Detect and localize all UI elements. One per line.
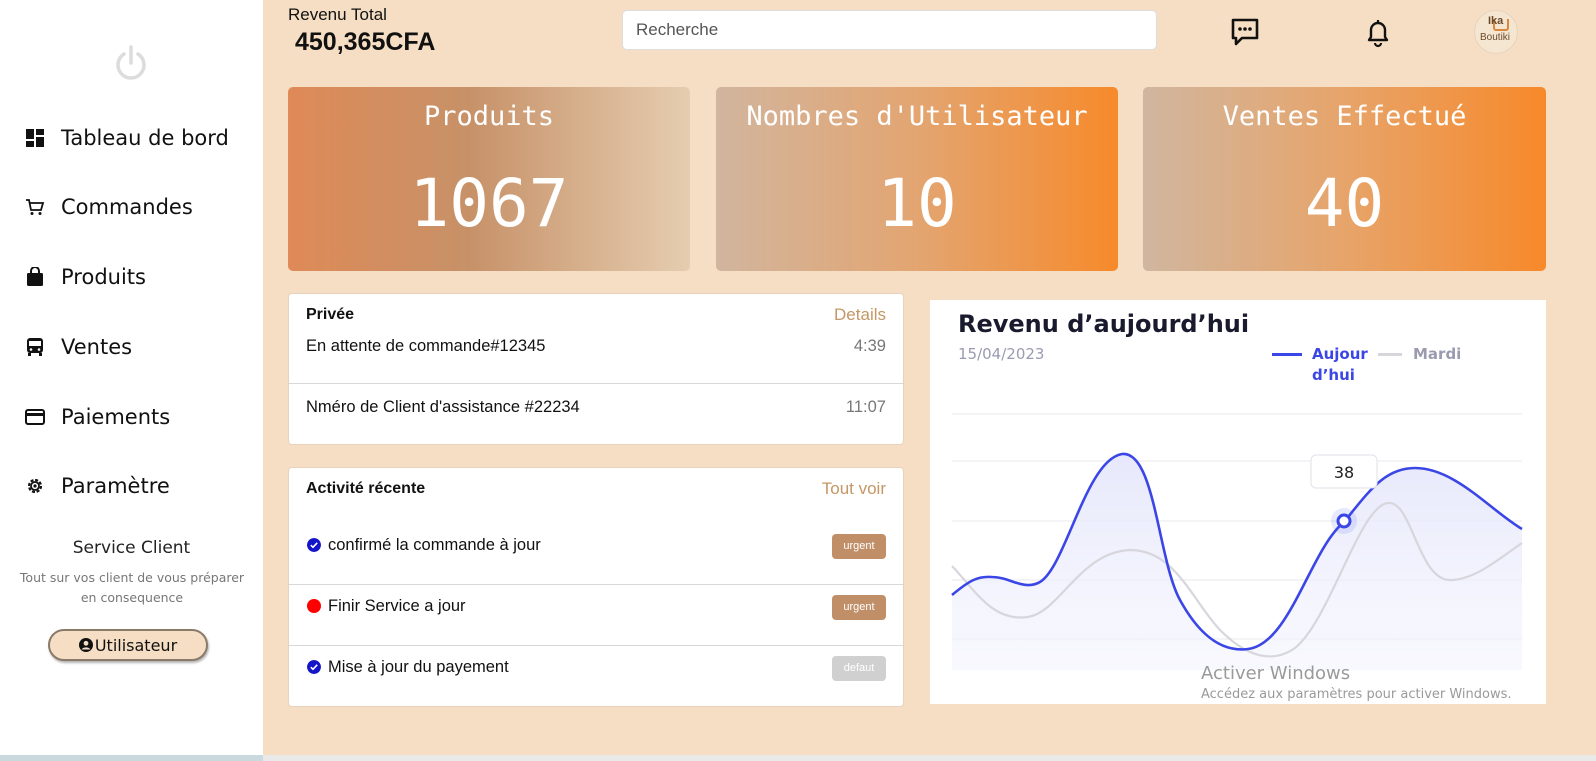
activity-card-title: Activité récente (306, 480, 426, 497)
private-card-title: Privée (306, 306, 355, 323)
red-status-dot-icon (307, 599, 321, 613)
sidebar-item-parametre[interactable]: Paramètre (24, 466, 170, 506)
sidebar-item-label: Commandes (61, 195, 193, 219)
service-client-description: Tout sur vos client de vous préparer en … (19, 570, 245, 605)
stat-title: Nombres d'Utilisateur (746, 101, 1088, 132)
stat-value: 10 (877, 165, 957, 242)
tooltip-value: 38 (1334, 463, 1354, 482)
sidebar: Tableau de bord Commandes Produits Vente… (0, 0, 263, 761)
avatar-logo-text-top: Ika (1488, 15, 1504, 27)
sidebar-item-ventes[interactable]: Ventes (24, 327, 132, 367)
divider (289, 383, 903, 384)
sidebar-bottom-bar (0, 755, 263, 761)
bus-icon (24, 336, 46, 358)
gear-icon (24, 475, 46, 497)
sidebar-item-commandes[interactable]: Commandes (24, 187, 193, 227)
stat-card-utilisateurs: Nombres d'Utilisateur 10 (716, 87, 1118, 271)
notification-bell-icon[interactable] (1362, 16, 1394, 48)
credit-card-icon (24, 406, 46, 428)
list-item[interactable]: Nméro de Client d'assistance #22234 11:0… (289, 398, 903, 459)
revenue-total-label: Revenu Total (288, 5, 387, 24)
sidebar-item-label: Tableau de bord (61, 126, 229, 150)
data-point[interactable] (1336, 513, 1352, 529)
list-item-text: En attente de commande#12345 (306, 337, 546, 355)
check-circle-icon (307, 538, 321, 552)
utilisateur-button[interactable]: Utilisateur (48, 629, 208, 661)
sidebar-item-label: Produits (61, 265, 146, 289)
private-card: Privée Details En attente de commande#12… (288, 293, 904, 445)
main-bottom-bar (263, 755, 1596, 761)
stat-title: Produits (423, 101, 555, 132)
shopping-bag-icon (24, 266, 46, 288)
stat-title: Ventes Effectué (1222, 101, 1467, 132)
utilisateur-button-label: Utilisateur (94, 635, 178, 655)
avatar[interactable]: Ika Boutiki (1474, 10, 1518, 54)
check-circle-icon (307, 660, 321, 674)
stat-value: 40 (1304, 165, 1385, 242)
divider (289, 645, 903, 646)
search-input[interactable] (622, 10, 1157, 50)
windows-activation-watermark: Activer Windows (1201, 663, 1351, 684)
activity-card: Activité récente Tout voir confirmé la c… (288, 467, 904, 707)
details-link[interactable]: Details (834, 305, 886, 325)
sidebar-item-label: Paramètre (61, 474, 170, 498)
list-item[interactable]: En attente de commande#12345 4:39 (289, 337, 903, 398)
divider (289, 584, 903, 585)
tout-voir-link[interactable]: Tout voir (822, 479, 886, 499)
today-area (952, 453, 1522, 670)
activity-text: confirmé la commande à jour (328, 536, 541, 554)
sidebar-item-label: Ventes (61, 335, 133, 359)
stat-value: 1067 (409, 165, 569, 242)
windows-activation-watermark-sub: Accédez aux paramètres pour activer Wind… (1201, 687, 1512, 702)
activity-item[interactable]: confirmé la commande à jour urgent (289, 530, 903, 591)
chat-icon[interactable] (1229, 16, 1261, 48)
default-badge: defaut (832, 656, 886, 681)
activity-text: Finir Service a jour (328, 597, 466, 615)
list-item-time: 11:07 (845, 398, 886, 416)
cart-icon (24, 196, 46, 218)
revenue-chart-card: Revenu d’aujourd’hui 15/04/2023 Aujour d… (930, 300, 1546, 704)
power-icon[interactable] (112, 44, 150, 82)
sidebar-item-produits[interactable]: Produits (24, 257, 146, 297)
list-item-time: 4:39 (853, 337, 886, 355)
sidebar-item-label: Paiements (61, 405, 171, 429)
sidebar-item-paiements[interactable]: Paiements (24, 397, 170, 437)
service-client-title: Service Client (72, 538, 191, 558)
urgent-badge: urgent (832, 534, 886, 559)
activity-text: Mise à jour du payement (328, 658, 509, 676)
sidebar-item-dashboard[interactable]: Tableau de bord (24, 118, 229, 158)
dashboard-icon (24, 127, 46, 149)
revenue-total-value: 450,365CFA (295, 28, 436, 56)
revenue-line-chart: 38 (951, 413, 1523, 670)
stat-card-produits: Produits 1067 (288, 87, 690, 271)
urgent-badge: urgent (832, 595, 886, 620)
activity-item[interactable]: Finir Service a jour urgent (289, 591, 903, 652)
user-circle-icon (78, 638, 93, 652)
avatar-logo-text-bottom: Boutiki (1480, 32, 1511, 43)
list-item-text: Nméro de Client d'assistance #22234 (306, 398, 580, 416)
stat-card-ventes: Ventes Effectué 40 (1143, 87, 1546, 271)
activity-item[interactable]: Mise à jour du payement defaut (289, 652, 903, 713)
